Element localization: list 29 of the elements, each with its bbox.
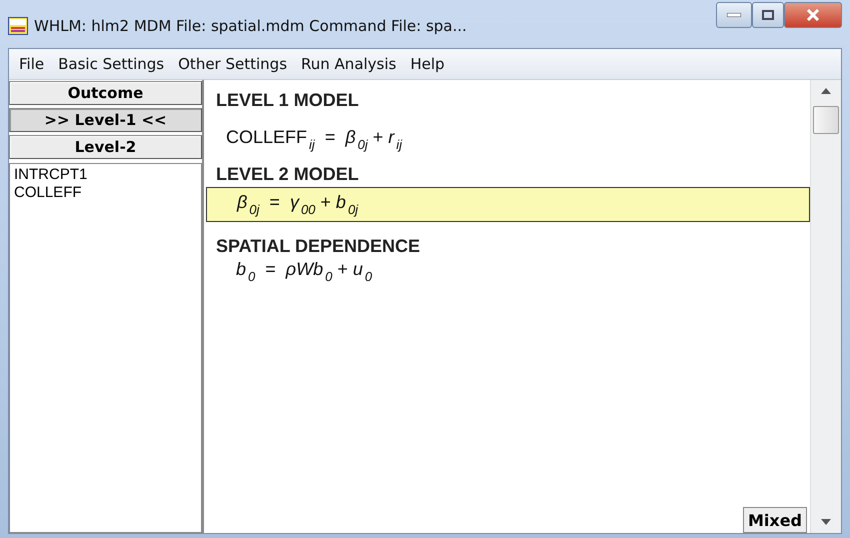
minimize-icon: [727, 13, 741, 17]
equation[interactable]: b$_{0}$ = ρWb$_{0}$ + u$_{0}$: [206, 257, 810, 284]
menu-item[interactable]: Other Settings: [172, 53, 294, 75]
section-heading: SPATIAL DEPENDENCE: [216, 236, 422, 257]
section-heading: LEVEL 2 MODEL: [216, 164, 360, 185]
close-button[interactable]: [784, 2, 842, 28]
scroll-up-icon[interactable]: [821, 88, 831, 94]
level-tab[interactable]: Outcome: [9, 81, 202, 105]
equation[interactable]: COLLEFF$_{ij}$ = β$_{0j}$ + r$_{ij}$: [206, 111, 810, 164]
level-tab[interactable]: Level-2: [9, 135, 202, 159]
menu-item[interactable]: Help: [404, 53, 451, 75]
menu-item[interactable]: Basic Settings: [52, 53, 170, 75]
maximize-button[interactable]: [752, 2, 784, 28]
maximize-icon: [762, 10, 774, 20]
scroll-thumb[interactable]: [813, 106, 839, 134]
variable-item[interactable]: INTRCPT1: [14, 166, 88, 184]
window-title: WHLM: hlm2 MDM File: spatial.mdm Command File: spa...: [34, 17, 468, 35]
mixed-button[interactable]: Mixed: [742, 507, 807, 533]
scrollbar[interactable]: [810, 80, 841, 533]
scroll-down-icon[interactable]: [821, 519, 831, 525]
equation[interactable]: β$_{0j}$ = γ$_{00}$ + b$_{0j}$: [206, 187, 810, 222]
app-icon: [8, 17, 28, 35]
level-tab[interactable]: >> Level-1 <<: [9, 108, 202, 132]
close-icon: [806, 9, 820, 21]
section-heading: LEVEL 1 MODEL: [216, 90, 360, 111]
minimize-button[interactable]: [716, 2, 752, 28]
menu-item[interactable]: File: [13, 53, 50, 75]
menu-item[interactable]: Run Analysis: [295, 53, 402, 75]
variable-item[interactable]: COLLEFF: [14, 184, 82, 202]
